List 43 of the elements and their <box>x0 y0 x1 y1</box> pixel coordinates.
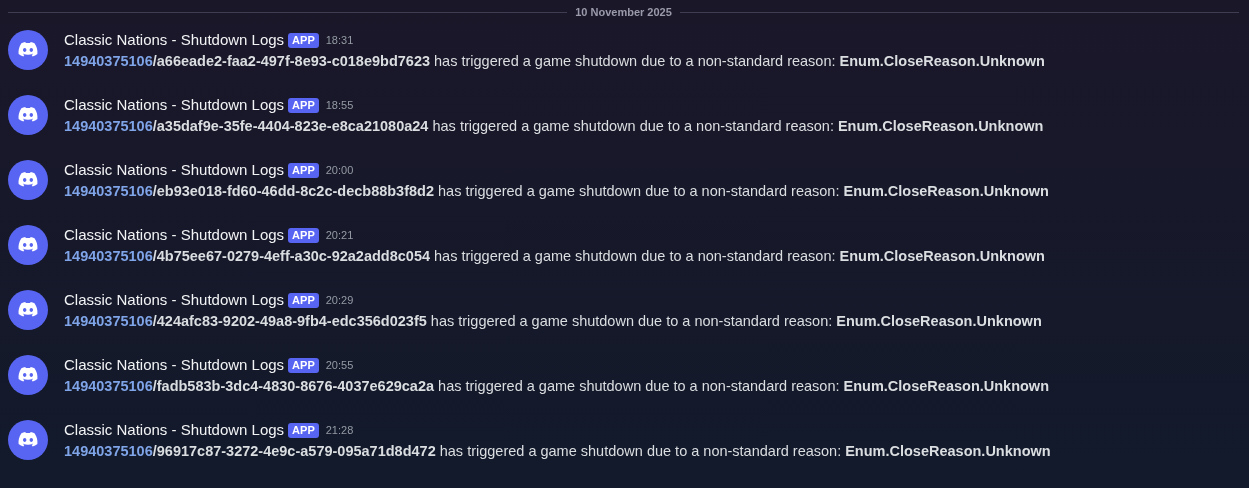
app-tag: APP <box>288 357 319 373</box>
app-tag: APP <box>288 162 319 178</box>
message-text: 14940375106/4b75ee67-0279-4eff-a30c-92a2add8c054 has triggered a game shutdown due to a non-standard reason: Enum.CloseReason.Unknown <box>64 247 1045 266</box>
message-time: 20:21 <box>325 227 354 243</box>
app-tag: APP <box>288 227 319 243</box>
author-name[interactable]: Classic Nations - Shutdown Logs <box>64 418 285 442</box>
link[interactable]: 14940375106 <box>64 443 153 459</box>
author-name[interactable]: Classic Nations - Shutdown Logs <box>64 28 285 52</box>
author-name[interactable]: Classic Nations - Shutdown Logs <box>64 93 285 117</box>
message-text: 14940375106/a66eade2-faa2-497f-8e93-c018e9bd7623 has triggered a game shutdown due to a non-standard reason: Enum.CloseReason.Unknown <box>64 52 1045 71</box>
bot-avatar-icon[interactable] <box>8 290 48 330</box>
message-time: 20:00 <box>325 162 354 178</box>
message-text: 14940375106/fadb583b-3dc4-4830-8676-4037e629ca2a has triggered a game shutdown due to a non-standard reason: Enum.CloseReason.Unknown <box>64 377 1049 396</box>
message-time: 20:29 <box>325 292 354 308</box>
link[interactable]: 14940375106 <box>64 248 153 264</box>
message-time: 21:28 <box>325 422 354 438</box>
link[interactable]: 14940375106 <box>64 313 153 329</box>
message-text: 14940375106/96917c87-3272-4e9c-a579-095a71d8d472 has triggered a game shutdown due to a non-standard reason: Enum.CloseReason.Unknown <box>64 442 1051 461</box>
app-tag: APP <box>288 292 319 308</box>
date-divider: 10 November 2025 <box>574 5 673 21</box>
message-text: 14940375106/eb93e018-fd60-46dd-8c2c-decb88b3f8d2 has triggered a game shutdown due to a non-standard reason: Enum.CloseReason.Unknown <box>64 182 1049 201</box>
bot-avatar-icon[interactable] <box>8 160 48 200</box>
bot-avatar-icon[interactable] <box>8 30 48 70</box>
bot-avatar-icon[interactable] <box>8 420 48 460</box>
message-text: 14940375106/424afc83-9202-49a8-9fb4-edc356d023f5 has triggered a game shutdown due to a non-standard reason: Enum.CloseReason.Unknown <box>64 312 1042 331</box>
bot-avatar-icon[interactable] <box>8 95 48 135</box>
message-time: 18:31 <box>325 32 354 48</box>
link[interactable]: 14940375106 <box>64 53 153 69</box>
author-name[interactable]: Classic Nations - Shutdown Logs <box>64 353 285 377</box>
bot-avatar-icon[interactable] <box>8 355 48 395</box>
link[interactable]: 14940375106 <box>64 183 153 199</box>
message-time: 20:55 <box>325 357 354 373</box>
app-tag: APP <box>288 97 319 113</box>
bot-avatar-icon[interactable] <box>8 225 48 265</box>
author-name[interactable]: Classic Nations - Shutdown Logs <box>64 288 285 312</box>
link[interactable]: 14940375106 <box>64 378 153 394</box>
message-time: 18:55 <box>325 97 354 113</box>
author-name[interactable]: Classic Nations - Shutdown Logs <box>64 223 285 247</box>
app-tag: APP <box>288 422 319 438</box>
message-text: 14940375106/a35daf9e-35fe-4404-823e-e8ca21080a24 has triggered a game shutdown due to a non-standard reason: Enum.CloseReason.Unknown <box>64 117 1044 136</box>
app-tag: APP <box>288 32 319 48</box>
author-name[interactable]: Classic Nations - Shutdown Logs <box>64 158 285 182</box>
link[interactable]: 14940375106 <box>64 118 153 134</box>
